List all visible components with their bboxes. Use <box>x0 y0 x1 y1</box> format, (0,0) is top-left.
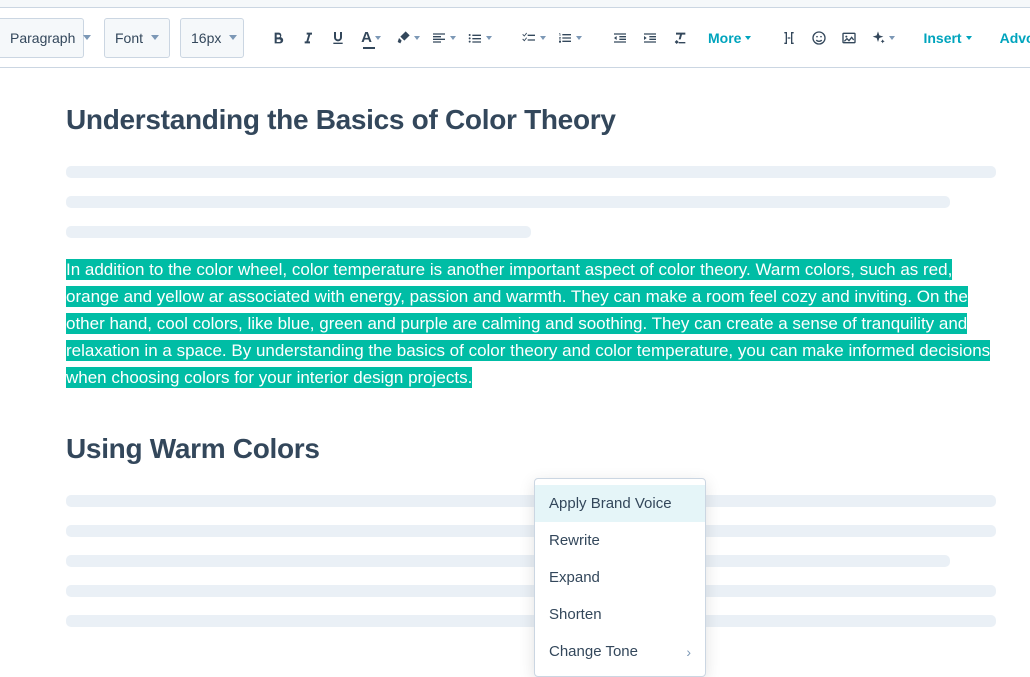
highlighter-icon <box>395 30 411 46</box>
chevron-down-icon <box>576 36 582 40</box>
placeholder-line <box>66 166 996 178</box>
insert-label: Insert <box>923 30 961 46</box>
ai-assist-button[interactable] <box>865 24 899 52</box>
align-left-icon <box>431 30 447 46</box>
chevron-down-icon <box>540 36 546 40</box>
checklist-button[interactable] <box>516 24 550 52</box>
menu-item-label: Shorten <box>549 606 602 623</box>
personalize-button[interactable] <box>775 24 803 52</box>
window-top-edge <box>0 0 1030 8</box>
placeholder-line <box>66 226 531 238</box>
chevron-right-icon: › <box>686 644 691 660</box>
placeholder-paragraph <box>66 166 996 238</box>
indent-group <box>606 24 694 52</box>
text-color-button[interactable]: A <box>354 24 388 52</box>
indent-icon <box>642 30 658 46</box>
clear-format-icon <box>672 30 688 46</box>
font-size-label: 16px <box>191 30 221 46</box>
chevron-down-icon <box>486 36 492 40</box>
numbered-list-icon <box>557 30 573 46</box>
clear-formatting-button[interactable] <box>666 24 694 52</box>
bold-button[interactable] <box>264 24 292 52</box>
document-body: Understanding the Basics of Color Theory… <box>66 104 996 627</box>
font-size-select[interactable]: 16px <box>180 18 244 58</box>
heading-1: Understanding the Basics of Color Theory <box>66 104 996 136</box>
menu-item-shorten[interactable]: Shorten <box>535 596 705 633</box>
highlight-color-button[interactable] <box>390 24 424 52</box>
list-indent-group <box>516 24 586 52</box>
chevron-down-icon <box>375 36 381 40</box>
font-family-select[interactable]: Font <box>104 18 170 58</box>
bullet-list-button[interactable] <box>462 24 496 52</box>
chevron-down-icon <box>151 35 159 40</box>
more-label: More <box>708 30 741 46</box>
chevron-down-icon <box>450 36 456 40</box>
bullet-list-icon <box>467 30 483 46</box>
editor-toolbar: Paragraph Font 16px A <box>0 8 1030 68</box>
bold-icon <box>270 30 286 46</box>
placeholder-line <box>66 615 996 627</box>
chevron-down-icon <box>83 35 91 40</box>
menu-item-change-tone[interactable]: Change Tone › <box>535 633 705 670</box>
chevron-down-icon <box>889 36 895 40</box>
underline-button[interactable] <box>324 24 352 52</box>
placeholder-line <box>66 555 950 567</box>
outdent-icon <box>612 30 628 46</box>
paragraph-style-select[interactable]: Paragraph <box>0 18 84 58</box>
checklist-icon <box>521 30 537 46</box>
advanced-label: Advo <box>1000 30 1030 46</box>
placeholder-paragraph <box>66 495 996 627</box>
menu-item-label: Apply Brand Voice <box>549 495 672 512</box>
chevron-down-icon <box>966 36 972 40</box>
underline-icon <box>330 30 346 46</box>
image-button[interactable] <box>835 24 863 52</box>
personalize-icon <box>781 30 797 46</box>
chevron-down-icon <box>229 35 237 40</box>
paragraph-style-label: Paragraph <box>10 30 75 46</box>
text-color-icon: A <box>361 29 372 46</box>
image-icon <box>841 30 857 46</box>
sparkle-icon <box>870 30 886 46</box>
emoji-icon <box>811 30 827 46</box>
menu-item-rewrite[interactable]: Rewrite <box>535 522 705 559</box>
text-format-group: A <box>264 24 496 52</box>
indent-button[interactable] <box>636 24 664 52</box>
more-menu-button[interactable]: More <box>704 30 755 46</box>
outdent-button[interactable] <box>606 24 634 52</box>
numbered-list-button[interactable] <box>552 24 586 52</box>
advanced-menu-button[interactable]: Advo <box>996 30 1030 46</box>
placeholder-line <box>66 525 996 537</box>
emoji-button[interactable] <box>805 24 833 52</box>
chevron-down-icon <box>745 36 751 40</box>
menu-item-label: Rewrite <box>549 532 600 549</box>
italic-button[interactable] <box>294 24 322 52</box>
placeholder-line <box>66 196 950 208</box>
highlighted-text: In addition to the color wheel, color te… <box>66 259 990 388</box>
font-family-label: Font <box>115 30 143 46</box>
menu-item-expand[interactable]: Expand <box>535 559 705 596</box>
menu-item-apply-brand-voice[interactable]: Apply Brand Voice <box>535 485 705 522</box>
placeholder-line <box>66 495 996 507</box>
align-button[interactable] <box>426 24 460 52</box>
menu-item-label: Expand <box>549 569 600 586</box>
insert-menu-button[interactable]: Insert <box>919 30 975 46</box>
menu-item-label: Change Tone <box>549 643 638 660</box>
selected-paragraph[interactable]: In addition to the color wheel, color te… <box>66 256 996 391</box>
insert-icons-group <box>775 24 899 52</box>
placeholder-line <box>66 585 996 597</box>
heading-2: Using Warm Colors <box>66 433 996 465</box>
chevron-down-icon <box>414 36 420 40</box>
ai-context-menu: Apply Brand Voice Rewrite Expand Shorten… <box>534 478 706 677</box>
editor-content-area[interactable]: Understanding the Basics of Color Theory… <box>0 68 1030 627</box>
italic-icon <box>300 30 316 46</box>
